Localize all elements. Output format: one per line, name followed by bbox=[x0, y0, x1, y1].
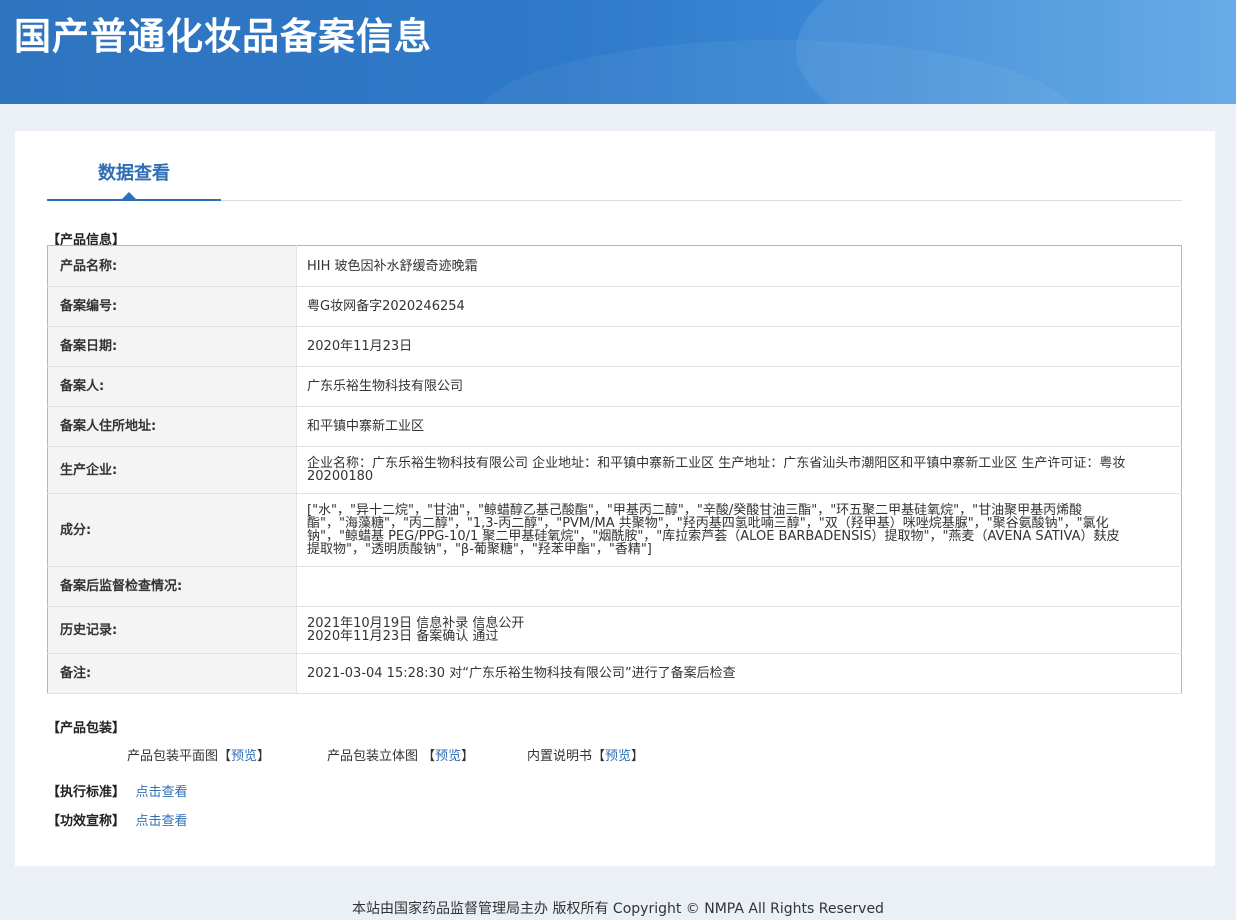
table-row: 备注: 2021-03-04 15:28:30 对“广东乐裕生物科技有限公司”进… bbox=[47, 653, 1182, 694]
row-value: 企业名称：广东乐裕生物科技有限公司 企业地址：和平镇中寨新工业区 生产地址：广东… bbox=[296, 446, 1182, 494]
packaging-item-name: 产品包装立体图 bbox=[327, 749, 419, 764]
table-row: 备案后监督检查情况: bbox=[47, 566, 1182, 607]
tab-data-view[interactable]: 数据查看 bbox=[47, 131, 221, 201]
row-value: ["水"，"异十二烷"，"甘油"，"鲸蜡醇乙基己酸酯"，"甲基丙二醇"，"辛酸/… bbox=[296, 493, 1182, 567]
row-label: 备案编号: bbox=[47, 286, 297, 327]
row-label: 备案人: bbox=[47, 366, 297, 407]
table-row: 历史记录: 2021年10月19日 信息补录 信息公开 2020年11月23日 … bbox=[47, 606, 1182, 654]
packaging-item-name: 内置说明书 bbox=[527, 749, 593, 764]
tab-bar: 数据查看 bbox=[47, 131, 1182, 201]
content-panel: 数据查看 【产品信息】 产品名称: HIH 玻色因补水舒缓奇迹晚霜 备案编号: … bbox=[15, 131, 1215, 866]
row-label: 备注: bbox=[47, 653, 297, 694]
tab-caret-icon bbox=[122, 192, 136, 199]
row-value: 2021年10月19日 信息补录 信息公开 2020年11月23日 备案确认 通… bbox=[296, 606, 1182, 654]
table-row: 备案编号: 粤G妆网备字2020246254 bbox=[47, 286, 1182, 327]
preview-link[interactable]: 预览 bbox=[435, 749, 461, 764]
section-title-efficacy: 【功效宣称】 点击查看 bbox=[47, 810, 188, 829]
row-value: 广东乐裕生物科技有限公司 bbox=[296, 366, 1182, 407]
standard-title: 【执行标准】 bbox=[47, 785, 126, 800]
packaging-item: 产品包装平面图【预览】 bbox=[127, 749, 271, 764]
packaging-item: 产品包装立体图 【预览】 bbox=[327, 749, 475, 764]
page-title: 国产普通化妆品备案信息 bbox=[14, 15, 432, 58]
row-label: 备案人住所地址: bbox=[47, 406, 297, 447]
section-title-standard: 【执行标准】 点击查看 bbox=[47, 781, 188, 800]
row-value: HIH 玻色因补水舒缓奇迹晚霜 bbox=[296, 245, 1182, 287]
efficacy-title: 【功效宣称】 bbox=[47, 814, 126, 829]
product-info-table: 产品名称: HIH 玻色因补水舒缓奇迹晚霜 备案编号: 粤G妆网备字202024… bbox=[47, 245, 1182, 694]
tab-label: 数据查看 bbox=[98, 163, 170, 184]
row-label: 历史记录: bbox=[47, 606, 297, 654]
table-row: 生产企业: 企业名称：广东乐裕生物科技有限公司 企业地址：和平镇中寨新工业区 生… bbox=[47, 446, 1182, 494]
row-label: 产品名称: bbox=[47, 245, 297, 287]
section-title-packaging: 【产品包装】 bbox=[47, 721, 126, 736]
table-row: 成分: ["水"，"异十二烷"，"甘油"，"鲸蜡醇乙基己酸酯"，"甲基丙二醇"，… bbox=[47, 493, 1182, 567]
table-row: 备案人住所地址: 和平镇中寨新工业区 bbox=[47, 406, 1182, 447]
row-label: 成分: bbox=[47, 493, 297, 567]
row-value bbox=[296, 566, 1182, 607]
row-value: 2021-03-04 15:28:30 对“广东乐裕生物科技有限公司”进行了备案… bbox=[296, 653, 1182, 694]
footer-copyright: 本站由国家药品监督管理局主办 版权所有 Copyright © NMPA All… bbox=[352, 901, 884, 917]
row-label: 备案后监督检查情况: bbox=[47, 566, 297, 607]
header-banner: 国产普通化妆品备案信息 bbox=[0, 0, 1236, 104]
row-label: 生产企业: bbox=[47, 446, 297, 494]
preview-link[interactable]: 预览 bbox=[605, 749, 631, 764]
efficacy-view-link[interactable]: 点击查看 bbox=[136, 814, 188, 829]
table-row: 备案日期: 2020年11月23日 bbox=[47, 326, 1182, 367]
row-value: 粤G妆网备字2020246254 bbox=[296, 286, 1182, 327]
table-row: 备案人: 广东乐裕生物科技有限公司 bbox=[47, 366, 1182, 407]
row-value: 和平镇中寨新工业区 bbox=[296, 406, 1182, 447]
table-row: 产品名称: HIH 玻色因补水舒缓奇迹晚霜 bbox=[47, 245, 1182, 287]
packaging-item-name: 产品包装平面图 bbox=[127, 749, 219, 764]
row-value: 2020年11月23日 bbox=[296, 326, 1182, 367]
preview-link[interactable]: 预览 bbox=[231, 749, 257, 764]
row-label: 备案日期: bbox=[47, 326, 297, 367]
standard-view-link[interactable]: 点击查看 bbox=[136, 785, 188, 800]
packaging-item: 内置说明书【预览】 bbox=[527, 749, 645, 764]
